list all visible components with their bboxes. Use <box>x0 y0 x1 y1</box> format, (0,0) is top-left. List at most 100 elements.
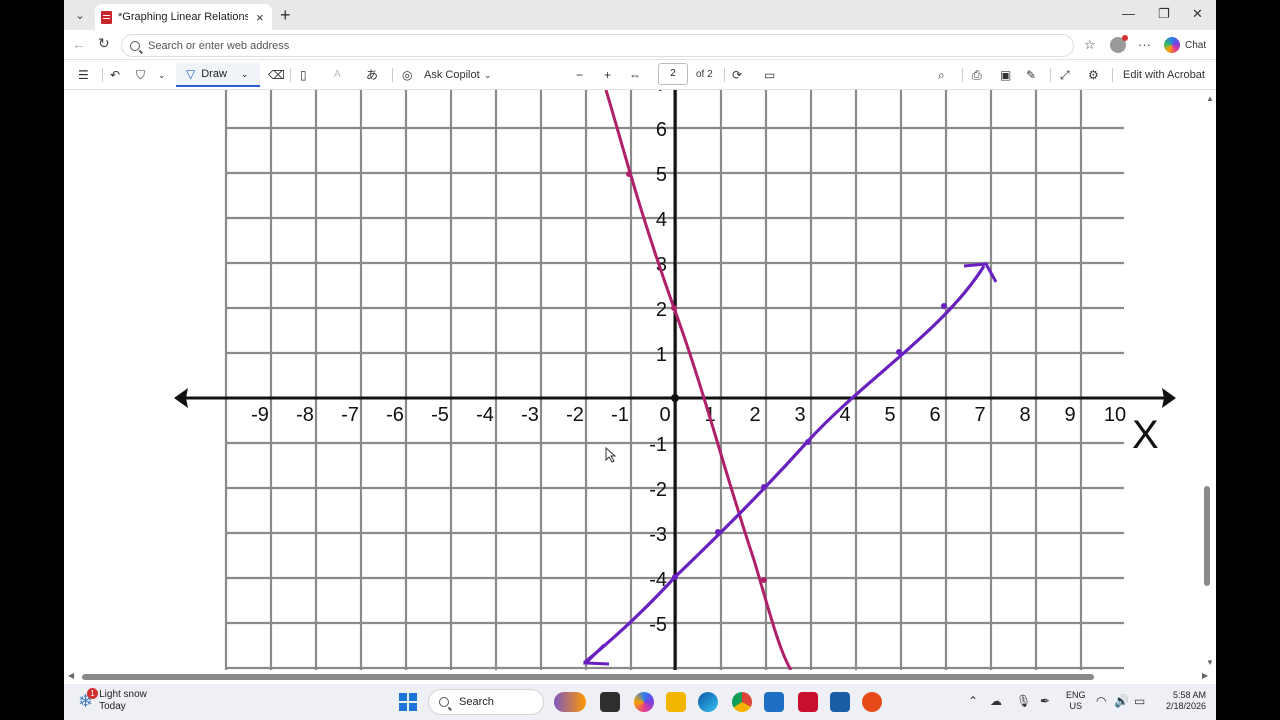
y-tick-label: -5 <box>649 614 667 636</box>
text-box-icon[interactable]: ▯ <box>300 68 307 82</box>
edge-browser-icon[interactable] <box>698 692 718 712</box>
tab-graphing-pdf[interactable]: *Graphing Linear Relations.pdf × <box>95 4 272 30</box>
rotate-icon[interactable]: ⟳ <box>732 68 742 82</box>
file-explorer-icon[interactable] <box>666 692 686 712</box>
x-tick-label: -1 <box>611 404 629 426</box>
x-tick-label: -3 <box>521 404 539 426</box>
x-tick-label: 9 <box>1064 404 1075 426</box>
scroll-left-icon[interactable]: ◀ <box>68 671 74 680</box>
cloud-sync-icon[interactable]: ☁ <box>990 694 1002 708</box>
origin-point <box>671 394 679 402</box>
taskbar-search-label: Search <box>459 696 494 708</box>
undo-icon[interactable]: ↶ <box>110 68 120 82</box>
task-view-icon[interactable] <box>600 692 620 712</box>
language-code: ENG <box>1066 690 1086 700</box>
weather-title: Light snow <box>99 689 147 700</box>
vertical-scrollbar-thumb[interactable] <box>1204 486 1210 586</box>
highlight-dropdown-icon[interactable]: ⌄ <box>158 68 166 82</box>
x-tick-labels: -9 -8 -7 -6 -5 -4 -3 -2 -1 0 1 2 3 4 5 6 7 8 9 10 <box>251 404 1126 426</box>
pdf-page-view[interactable]: -9-8-7-6-5-4-3-2-1012345678910 7654321-1… <box>64 90 1216 670</box>
x-tick-label: -7 <box>341 404 359 426</box>
plotted-lines <box>582 90 998 670</box>
find-icon[interactable]: ⌕ <box>938 68 945 82</box>
search-icon <box>130 40 140 51</box>
zoom-out-icon[interactable]: − <box>576 68 583 82</box>
close-tab-icon[interactable]: × <box>256 10 264 25</box>
show-hidden-icons-icon[interactable]: ⌃ <box>968 694 978 708</box>
y-tick-labels: 7654321-1-2-3-4-5 <box>649 90 667 636</box>
new-tab-icon[interactable]: + <box>280 5 291 25</box>
ask-copilot-button[interactable]: Ask Copilot <box>424 68 480 82</box>
page-view-icon[interactable]: ▭ <box>764 68 775 82</box>
search-highlight-icon[interactable] <box>554 692 586 712</box>
weather-widget[interactable]: ❄ 1 Light snow Today <box>78 687 147 713</box>
back-arrow-icon[interactable]: ← <box>72 36 86 52</box>
more-options-icon[interactable]: ··· <box>1138 37 1151 52</box>
address-input[interactable] <box>148 39 948 52</box>
reload-icon[interactable]: ↻ <box>98 35 110 52</box>
tab-actions-menu-icon[interactable]: ⌄ <box>70 5 90 25</box>
tab-title: *Graphing Linear Relations.pdf <box>118 11 248 23</box>
zoom-in-icon[interactable]: + <box>604 68 611 82</box>
x-tick-label: 0 <box>659 404 670 426</box>
y-tick-label: -2 <box>649 479 667 501</box>
wifi-icon[interactable]: ◠ <box>1096 694 1106 708</box>
copilot-pen-icon[interactable]: ◎ <box>402 68 412 82</box>
toolbar-divider <box>962 68 963 82</box>
save-as-icon[interactable]: ✎ <box>1026 68 1036 82</box>
browser-window: ⌄ *Graphing Linear Relations.pdf × + — ❐… <box>64 0 1216 684</box>
x-tick-label: 7 <box>974 404 985 426</box>
draw-button[interactable]: ▽ Draw ⌄ <box>176 63 260 87</box>
store-icon[interactable] <box>764 692 784 712</box>
start-windows-icon[interactable] <box>399 693 417 711</box>
shallow-line-point <box>896 349 902 355</box>
input-language-indicator[interactable]: ENG US <box>1066 690 1086 712</box>
microphone-icon[interactable]: 🎙 <box>1016 694 1031 708</box>
x-tick-label: 5 <box>884 404 895 426</box>
scroll-up-icon[interactable]: ▲ <box>1206 94 1214 103</box>
horizontal-scrollbar-thumb[interactable] <box>82 674 1094 680</box>
fit-width-icon[interactable]: ⇔ <box>629 68 641 82</box>
chrome-browser-icon[interactable] <box>732 692 752 712</box>
toolbar-divider <box>1112 68 1113 82</box>
tab-strip: ⌄ *Graphing Linear Relations.pdf × + — ❐… <box>64 0 1216 30</box>
contents-list-icon[interactable]: ☰ <box>78 68 89 82</box>
favorites-star-icon[interactable]: ☆ <box>1084 37 1096 53</box>
copilot-app-icon[interactable] <box>634 692 654 712</box>
shallow-line-point <box>715 529 721 535</box>
horizontal-scrollbar[interactable]: ◀ ▶ <box>64 670 1216 684</box>
print-icon[interactable]: ⎙ <box>972 68 982 82</box>
ask-copilot-dropdown-icon[interactable]: ⌄ <box>484 68 492 82</box>
whiteboard-icon[interactable] <box>830 692 850 712</box>
mcafee-icon[interactable] <box>798 692 818 712</box>
address-box[interactable] <box>121 34 1074 57</box>
x-tick-label: -4 <box>476 404 494 426</box>
toolbar-divider <box>724 68 725 82</box>
y-tick-label: -1 <box>649 434 667 456</box>
x-tick-label: 3 <box>794 404 805 426</box>
scroll-down-icon[interactable]: ▼ <box>1206 658 1214 667</box>
restore-icon[interactable]: ❐ <box>1158 6 1170 22</box>
page-number-input[interactable]: 2 <box>658 63 688 85</box>
close-window-icon[interactable]: ✕ <box>1192 6 1203 22</box>
translate-icon[interactable]: あ <box>366 68 378 82</box>
paint-icon[interactable] <box>862 692 882 712</box>
highlight-icon[interactable]: ⛉ <box>136 68 145 82</box>
pen-tray-icon[interactable]: ✒ <box>1040 694 1050 708</box>
fullscreen-icon[interactable]: ⤢ <box>1060 68 1070 82</box>
minimize-icon[interactable]: — <box>1122 6 1135 21</box>
settings-gear-icon[interactable]: ⚙ <box>1088 68 1099 82</box>
system-clock[interactable]: 5:58 AM 2/18/2026 <box>1158 690 1206 712</box>
draw-dropdown-icon[interactable]: ⌄ <box>241 69 249 80</box>
save-icon[interactable]: ▣ <box>1000 68 1011 82</box>
profile-avatar[interactable] <box>1110 35 1128 53</box>
volume-icon[interactable]: 🔊 <box>1114 694 1129 708</box>
taskbar-search[interactable]: Search <box>428 689 544 715</box>
edit-with-acrobat-button[interactable]: Edit with Acrobat <box>1123 68 1205 82</box>
steep-line-point <box>671 305 677 311</box>
scroll-right-icon[interactable]: ▶ <box>1202 671 1208 680</box>
eraser-icon[interactable]: ⌫ <box>268 68 285 82</box>
y-tick-label: 2 <box>656 299 667 321</box>
battery-icon[interactable]: ▭ <box>1134 694 1145 708</box>
copilot-chat-button[interactable]: Chat <box>1164 37 1206 53</box>
